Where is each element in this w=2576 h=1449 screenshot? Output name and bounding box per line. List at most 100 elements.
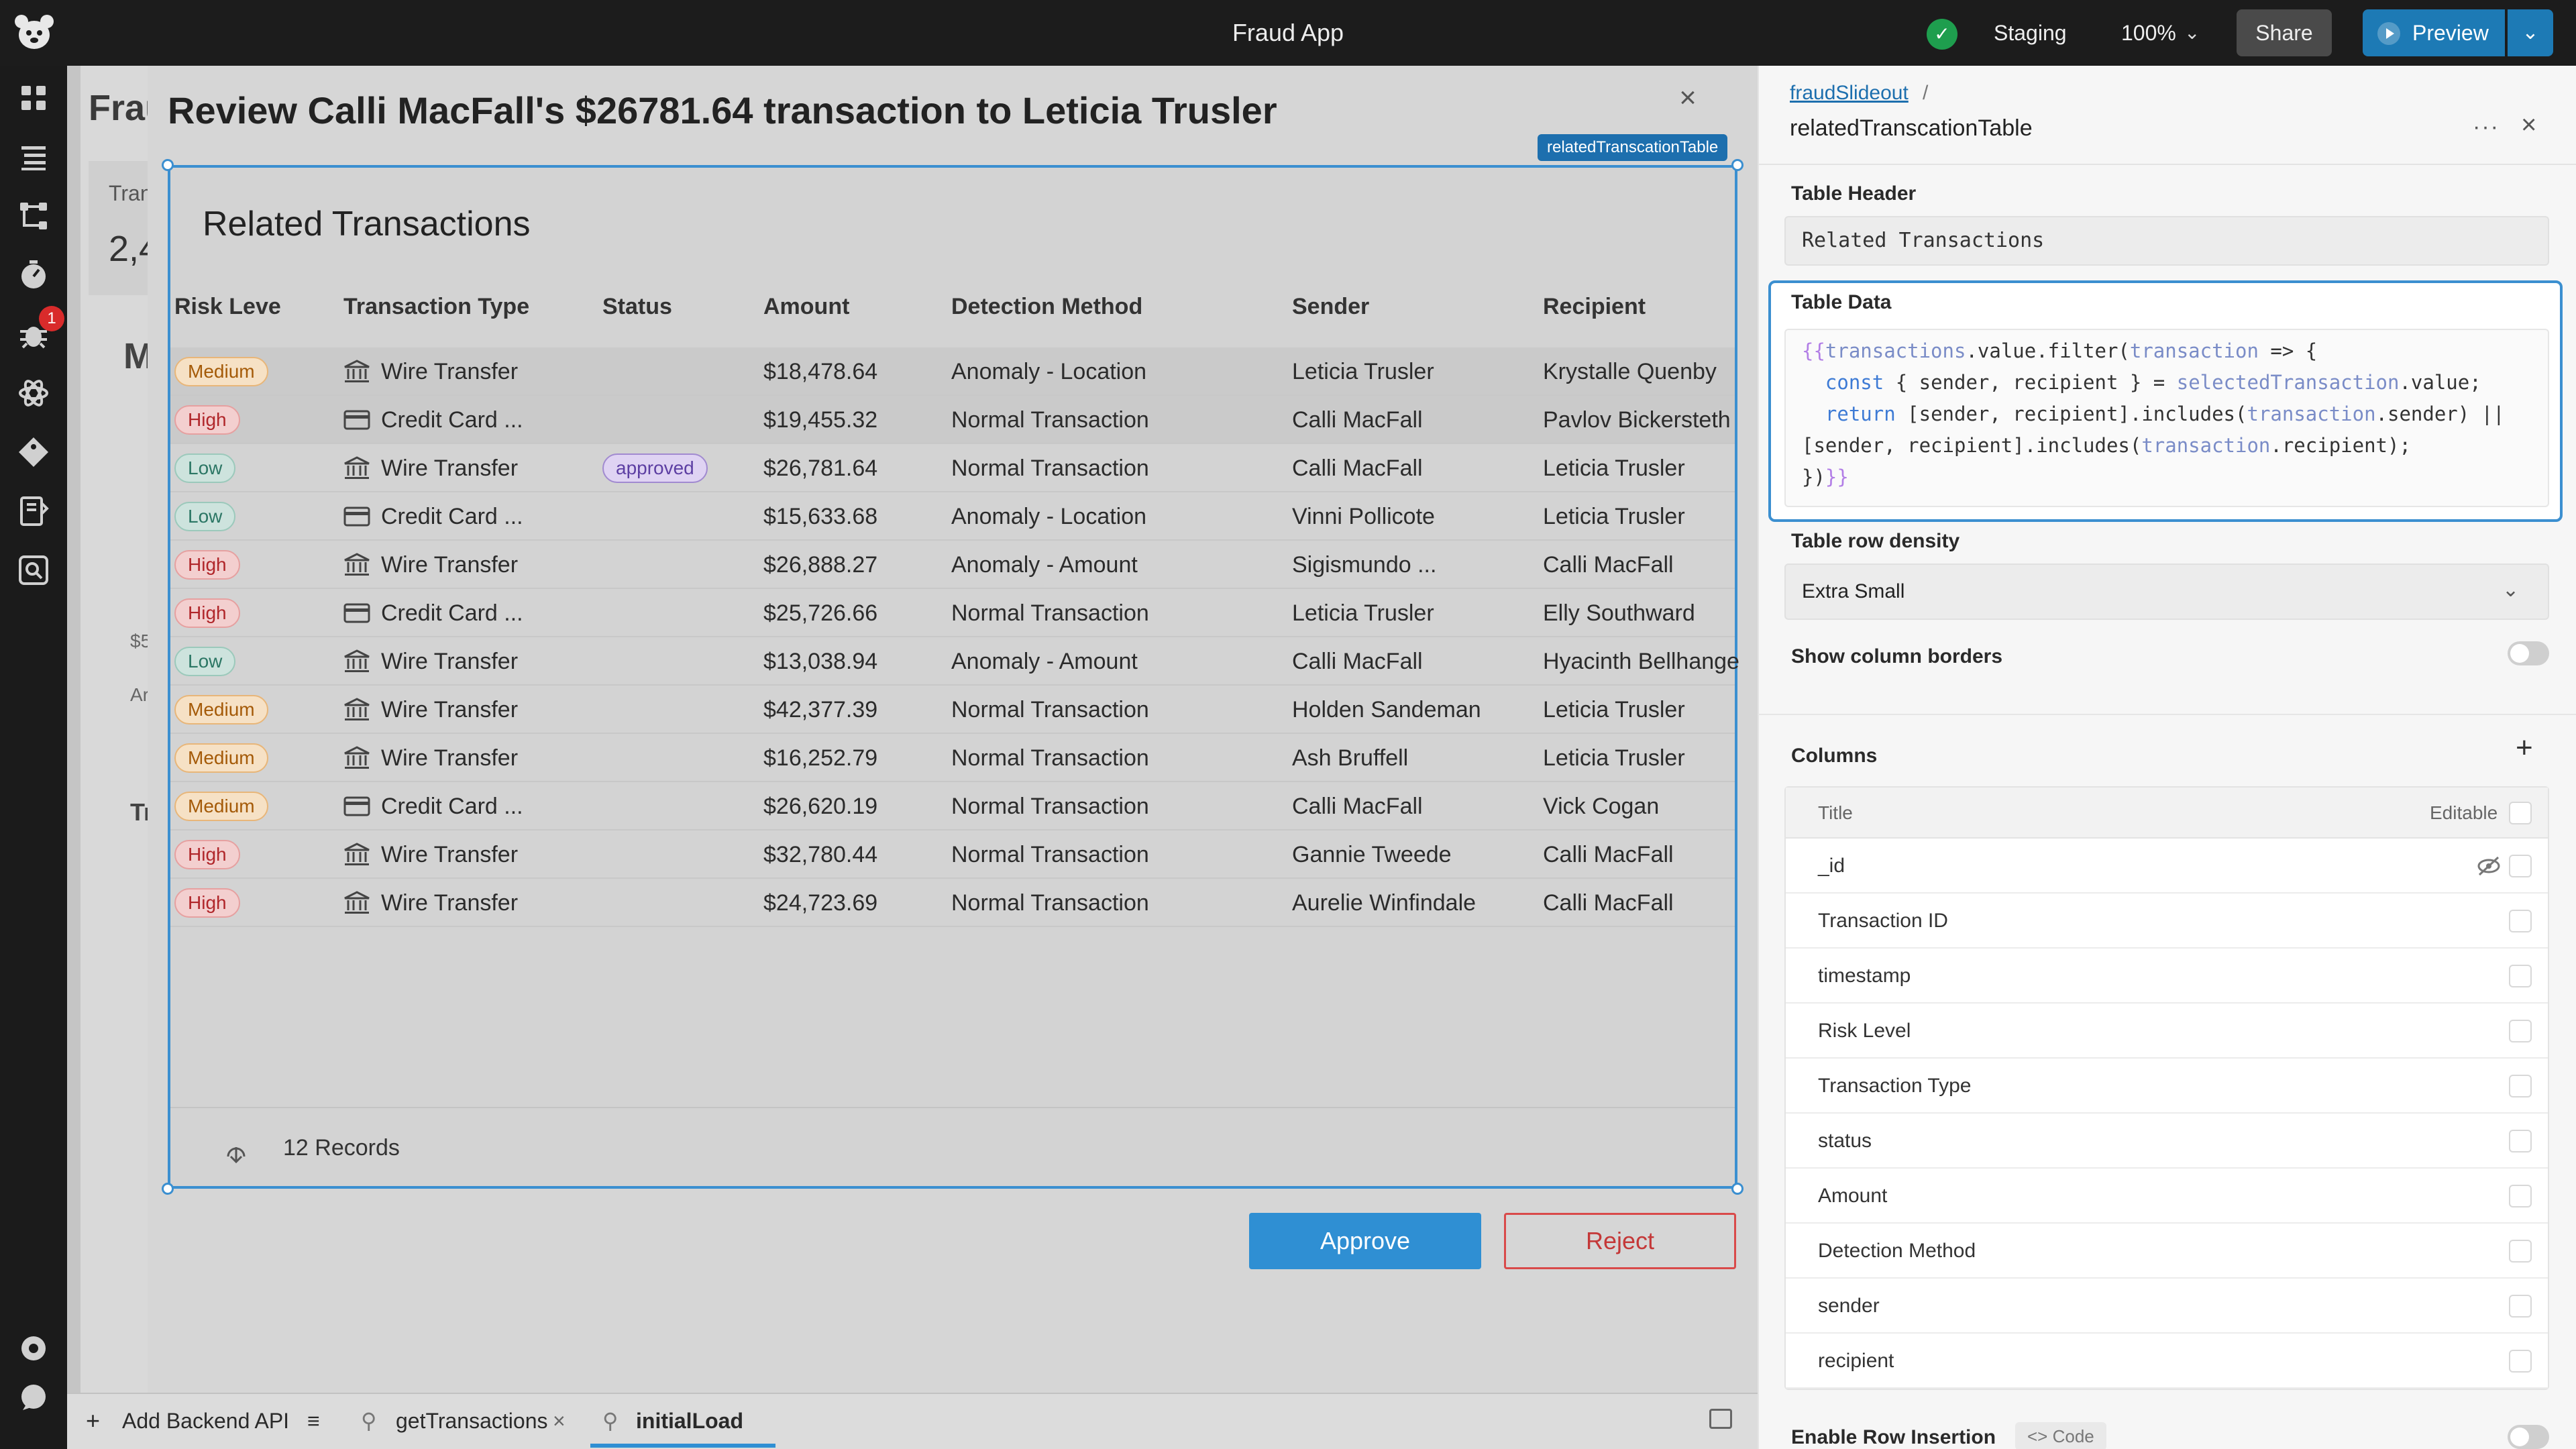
- recipient-cell: Vick Cogan: [1543, 794, 1660, 819]
- code-toggle-chip[interactable]: <> Code: [2015, 1422, 2106, 1449]
- resize-handle[interactable]: [1731, 1183, 1743, 1195]
- editable-checkbox[interactable]: [2509, 1350, 2532, 1373]
- close-icon[interactable]: ×: [1672, 82, 1704, 114]
- editable-checkbox[interactable]: [2509, 1240, 2532, 1263]
- column-config-row[interactable]: recipient: [1786, 1334, 2548, 1389]
- editable-all-checkbox[interactable]: [2509, 802, 2532, 824]
- preview-menu-button[interactable]: ⌄: [2508, 9, 2553, 56]
- amount-cell: $26,888.27: [763, 552, 878, 578]
- component-name[interactable]: relatedTranscationTable: [1790, 115, 2033, 142]
- column-config-row[interactable]: status: [1786, 1114, 2548, 1169]
- tab-get-transactions[interactable]: getTransactions: [396, 1406, 547, 1436]
- column-config-row[interactable]: sender: [1786, 1279, 2548, 1334]
- detection-method-cell: Normal Transaction: [951, 842, 1149, 867]
- table-row[interactable]: Low Credit Card ... $15,633.68 Anomaly - Lo…: [170, 492, 1735, 541]
- table-row[interactable]: Low Wire Transfer approved $26,781.64 Normal…: [170, 444, 1735, 492]
- editable-checkbox[interactable]: [2509, 1295, 2532, 1318]
- table-data-code-editor[interactable]: {{transactions.value.filter(transaction …: [1784, 329, 2549, 507]
- table-row[interactable]: High Wire Transfer $26,888.27 Anomaly - Amo…: [170, 541, 1735, 589]
- link-icon: ⚲: [602, 1409, 619, 1433]
- table-row[interactable]: High Wire Transfer $24,723.69 Normal Transa…: [170, 879, 1735, 927]
- sender-cell: Calli MacFall: [1292, 455, 1423, 481]
- column-header-recipient[interactable]: Recipient: [1543, 294, 1646, 320]
- atom-icon[interactable]: [16, 376, 51, 411]
- layers-icon[interactable]: [16, 140, 51, 174]
- apps-icon[interactable]: [16, 80, 51, 115]
- chat-icon[interactable]: [16, 1381, 51, 1415]
- sender-cell: Leticia Trusler: [1292, 359, 1434, 384]
- column-config-row[interactable]: Transaction ID: [1786, 894, 2548, 949]
- detection-method-cell: Normal Transaction: [951, 455, 1149, 481]
- row-insertion-toggle[interactable]: [2508, 1425, 2549, 1449]
- editable-checkbox[interactable]: [2509, 965, 2532, 987]
- workflow-icon[interactable]: [16, 199, 51, 233]
- gauge-icon[interactable]: [16, 258, 51, 292]
- column-header-amount[interactable]: Amount: [763, 294, 849, 320]
- breadcrumb-parent-link[interactable]: fraudSlideout: [1790, 82, 1909, 105]
- editable-checkbox[interactable]: [2509, 910, 2532, 932]
- table-row[interactable]: High Wire Transfer $32,780.44 Normal Transa…: [170, 830, 1735, 879]
- column-header-risk[interactable]: Risk Leve: [174, 294, 281, 320]
- column-header-type[interactable]: Transaction Type: [343, 294, 529, 320]
- resize-handle[interactable]: [162, 159, 174, 171]
- column-config-row[interactable]: Transaction Type: [1786, 1059, 2548, 1114]
- table-row[interactable]: High Credit Card ... $25,726.66 Normal Tran…: [170, 589, 1735, 637]
- preview-button[interactable]: Preview: [2363, 9, 2505, 56]
- column-config-row[interactable]: Detection Method: [1786, 1224, 2548, 1279]
- chevron-down-icon[interactable]: ⌄: [2184, 20, 2200, 46]
- hidden-eye-icon[interactable]: [2477, 855, 2501, 877]
- editable-checkbox[interactable]: [2509, 1075, 2532, 1097]
- plus-icon[interactable]: +: [86, 1406, 100, 1436]
- table-row[interactable]: Medium Wire Transfer $16,252.79 Normal Tran…: [170, 734, 1735, 782]
- reject-button[interactable]: Reject: [1504, 1213, 1736, 1269]
- table-row[interactable]: Medium Credit Card ... $26,620.19 Normal Tr…: [170, 782, 1735, 830]
- editable-checkbox[interactable]: [2509, 855, 2532, 877]
- table-footer-divider: [170, 1107, 1735, 1108]
- resize-handle[interactable]: [1731, 159, 1743, 171]
- search-doc-icon[interactable]: [16, 553, 51, 588]
- add-column-icon[interactable]: +: [2516, 731, 2533, 765]
- column-header-sender[interactable]: Sender: [1292, 294, 1369, 320]
- close-tab-icon[interactable]: ×: [553, 1406, 566, 1436]
- editable-checkbox[interactable]: [2509, 1130, 2532, 1152]
- column-config-row[interactable]: timestamp: [1786, 949, 2548, 1004]
- download-icon[interactable]: [219, 1132, 254, 1167]
- risk-level-badge: Low: [174, 453, 236, 483]
- settings-icon[interactable]: [16, 1331, 51, 1366]
- editable-checkbox[interactable]: [2509, 1185, 2532, 1208]
- column-borders-toggle[interactable]: [2508, 641, 2549, 665]
- table-row[interactable]: High Credit Card ... $19,455.32 Normal Tran…: [170, 396, 1735, 444]
- table-row[interactable]: Medium Wire Transfer $42,377.39 Normal Tran…: [170, 686, 1735, 734]
- tag-icon[interactable]: [16, 435, 51, 470]
- environment-selector[interactable]: Staging: [1994, 20, 2067, 46]
- transaction-type-cell: Wire Transfer: [381, 455, 519, 481]
- editable-checkbox[interactable]: [2509, 1020, 2532, 1042]
- book-icon[interactable]: [16, 494, 51, 529]
- column-config-row[interactable]: Amount: [1786, 1169, 2548, 1224]
- component-name-tag[interactable]: relatedTranscationTable: [1538, 134, 1728, 161]
- column-config-row[interactable]: Risk Level: [1786, 1004, 2548, 1059]
- close-icon[interactable]: ×: [2521, 110, 2536, 140]
- column-config-row[interactable]: _id: [1786, 839, 2548, 894]
- column-title: Risk Level: [1818, 1020, 1911, 1042]
- table-header-input[interactable]: Related Transactions: [1784, 216, 2549, 266]
- panel-toggle-icon[interactable]: [1709, 1409, 1732, 1429]
- add-backend-api-button[interactable]: Add Backend API: [122, 1406, 289, 1436]
- share-button[interactable]: Share: [2237, 9, 2332, 56]
- approve-button[interactable]: Approve: [1249, 1213, 1481, 1269]
- column-header-status[interactable]: Status: [602, 294, 672, 320]
- column-header-method[interactable]: Detection Method: [951, 294, 1142, 320]
- transaction-type-cell: Wire Transfer: [381, 649, 519, 674]
- amount-cell: $15,633.68: [763, 504, 878, 529]
- status-badge: approved: [602, 453, 708, 483]
- more-options-icon[interactable]: ···: [2473, 114, 2500, 140]
- zoom-selector[interactable]: 100%: [2121, 20, 2176, 46]
- tab-initial-load[interactable]: initialLoad: [636, 1406, 743, 1436]
- table-row[interactable]: Low Wire Transfer $13,038.94 Anomaly - Amou…: [170, 637, 1739, 686]
- row-density-select[interactable]: Extra Small: [1784, 564, 2549, 620]
- table-row[interactable]: Medium Wire Transfer $18,478.64 Anomaly - L…: [170, 347, 1735, 396]
- column-title: Transaction ID: [1818, 910, 1948, 932]
- resize-handle[interactable]: [162, 1183, 174, 1195]
- menu-icon[interactable]: ≡: [307, 1406, 320, 1436]
- column-title: _id: [1818, 855, 1845, 877]
